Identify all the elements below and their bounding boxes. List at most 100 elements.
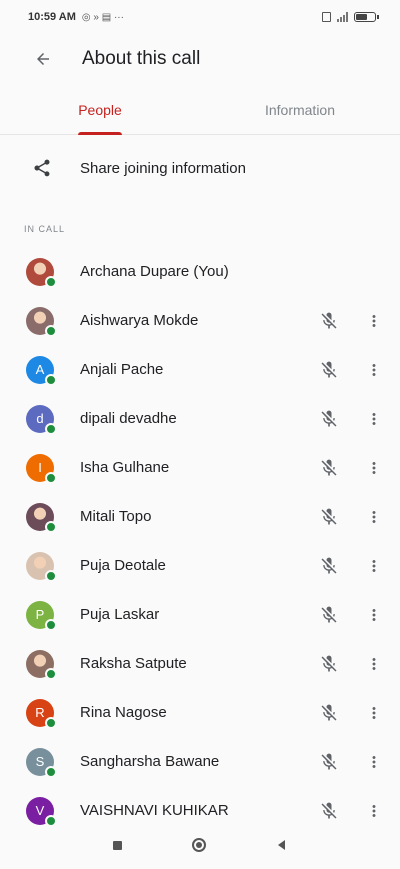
participant-more-button[interactable]	[362, 551, 386, 581]
tab-people[interactable]: People	[0, 86, 200, 134]
mic-off-icon	[321, 802, 337, 818]
online-status-dot	[45, 373, 57, 386]
participant-name: VAISHNAVI KUHIKAR	[80, 802, 229, 819]
square-icon	[112, 840, 122, 850]
more-vert-icon	[372, 755, 376, 768]
online-status-dot	[45, 569, 57, 582]
mute-participant-button[interactable]	[314, 600, 344, 630]
participant-more-button[interactable]	[362, 355, 386, 385]
avatar: P	[26, 600, 57, 631]
participant-row[interactable]: A Anjali Pache	[0, 345, 400, 394]
online-status-dot	[45, 275, 57, 288]
participant-more-button[interactable]	[362, 698, 386, 728]
recents-button[interactable]	[112, 840, 122, 850]
avatar-letter: V	[35, 803, 45, 818]
participant-row[interactable]: Mitali Topo	[0, 492, 400, 541]
online-status-dot	[45, 765, 57, 778]
mic-off-icon	[321, 606, 337, 622]
circle-icon	[191, 838, 206, 852]
mute-participant-button[interactable]	[314, 551, 344, 581]
battery-icon	[354, 12, 379, 22]
avatar-letter: R	[35, 705, 45, 720]
more-vert-icon	[372, 412, 376, 425]
notification-icons: ◎ » ▤ ···	[81, 11, 124, 23]
participant-more-button[interactable]	[362, 649, 386, 679]
tab-information[interactable]: Information	[200, 86, 400, 134]
online-status-dot	[45, 324, 57, 337]
mute-participant-button[interactable]	[314, 306, 344, 336]
mute-participant-button[interactable]	[314, 502, 344, 532]
mic-off-icon	[321, 459, 337, 475]
sim-icon	[322, 12, 331, 22]
participant-row[interactable]: R Rina Nagose	[0, 688, 400, 737]
mic-off-icon	[321, 410, 337, 426]
online-status-dot	[45, 618, 57, 631]
more-vert-icon	[372, 608, 376, 621]
system-nav-bar	[0, 821, 400, 869]
share-joining-info-label: Share joining information	[80, 159, 246, 177]
mute-participant-button[interactable]	[314, 355, 344, 385]
arrow-back-icon	[37, 53, 49, 65]
mute-participant-button[interactable]	[314, 649, 344, 679]
mic-off-icon	[321, 704, 337, 720]
back-button[interactable]	[28, 44, 58, 74]
back-nav-button[interactable]	[276, 839, 288, 851]
avatar	[26, 551, 57, 582]
status-time: 10:59 AM	[28, 11, 76, 23]
mic-off-icon	[321, 753, 337, 769]
participant-name: Puja Deotale	[80, 557, 166, 574]
mic-off-icon	[321, 361, 337, 377]
participant-row[interactable]: I Isha Gulhane	[0, 443, 400, 492]
participant-name: Rina Nagose	[80, 704, 167, 721]
online-status-dot	[45, 471, 57, 484]
status-bar: 10:59 AM ◎ » ▤ ···	[0, 0, 400, 34]
more-vert-icon	[372, 363, 376, 376]
participant-row[interactable]: Archana Dupare (You)	[0, 247, 400, 296]
avatar	[26, 306, 57, 337]
participant-more-button[interactable]	[362, 453, 386, 483]
participant-more-button[interactable]	[362, 600, 386, 630]
share-joining-info-button[interactable]: Share joining information	[0, 140, 400, 196]
participant-row[interactable]: Puja Deotale	[0, 541, 400, 590]
share-icon	[30, 158, 54, 178]
triangle-back-icon	[277, 840, 285, 850]
tab-bar: People Information	[0, 86, 400, 135]
more-vert-icon	[372, 706, 376, 719]
participant-row[interactable]: Raksha Satpute	[0, 639, 400, 688]
online-status-dot	[45, 520, 57, 533]
mic-off-icon	[321, 508, 337, 524]
participant-more-button[interactable]	[362, 404, 386, 434]
avatar-letter: I	[38, 460, 42, 475]
participant-more-button[interactable]	[362, 502, 386, 532]
participant-row[interactable]: S Sangharsha Bawane	[0, 737, 400, 786]
avatar	[26, 502, 57, 533]
section-label-in-call: IN CALL	[24, 224, 66, 234]
avatar	[26, 257, 57, 288]
mute-participant-button[interactable]	[314, 404, 344, 434]
participant-more-button[interactable]	[362, 747, 386, 777]
home-button[interactable]	[191, 838, 206, 852]
participant-row[interactable]: d dipali devadhe	[0, 394, 400, 443]
participant-name: dipali devadhe	[80, 410, 177, 427]
mute-participant-button[interactable]	[314, 747, 344, 777]
more-vert-icon	[372, 804, 376, 817]
participant-row[interactable]: Aishwarya Mokde	[0, 296, 400, 345]
participant-name: Mitali Topo	[80, 508, 152, 525]
more-vert-icon	[372, 510, 376, 523]
avatar-letter: P	[35, 607, 45, 622]
avatar: I	[26, 453, 57, 484]
page-title: About this call	[82, 48, 201, 69]
participant-more-button[interactable]	[362, 306, 386, 336]
mute-participant-button[interactable]	[314, 453, 344, 483]
avatar-letter: d	[36, 411, 44, 426]
participant-list: Archana Dupare (You) Aishwarya Mokde A Anja…	[0, 247, 400, 835]
participant-name: Raksha Satpute	[80, 655, 187, 672]
avatar	[26, 649, 57, 680]
participant-name: Archana Dupare (You)	[80, 263, 229, 280]
participant-row[interactable]: P Puja Laskar	[0, 590, 400, 639]
more-vert-icon	[372, 461, 376, 474]
online-status-dot	[45, 716, 57, 729]
avatar: A	[26, 355, 57, 386]
online-status-dot	[45, 667, 57, 680]
mute-participant-button[interactable]	[314, 698, 344, 728]
